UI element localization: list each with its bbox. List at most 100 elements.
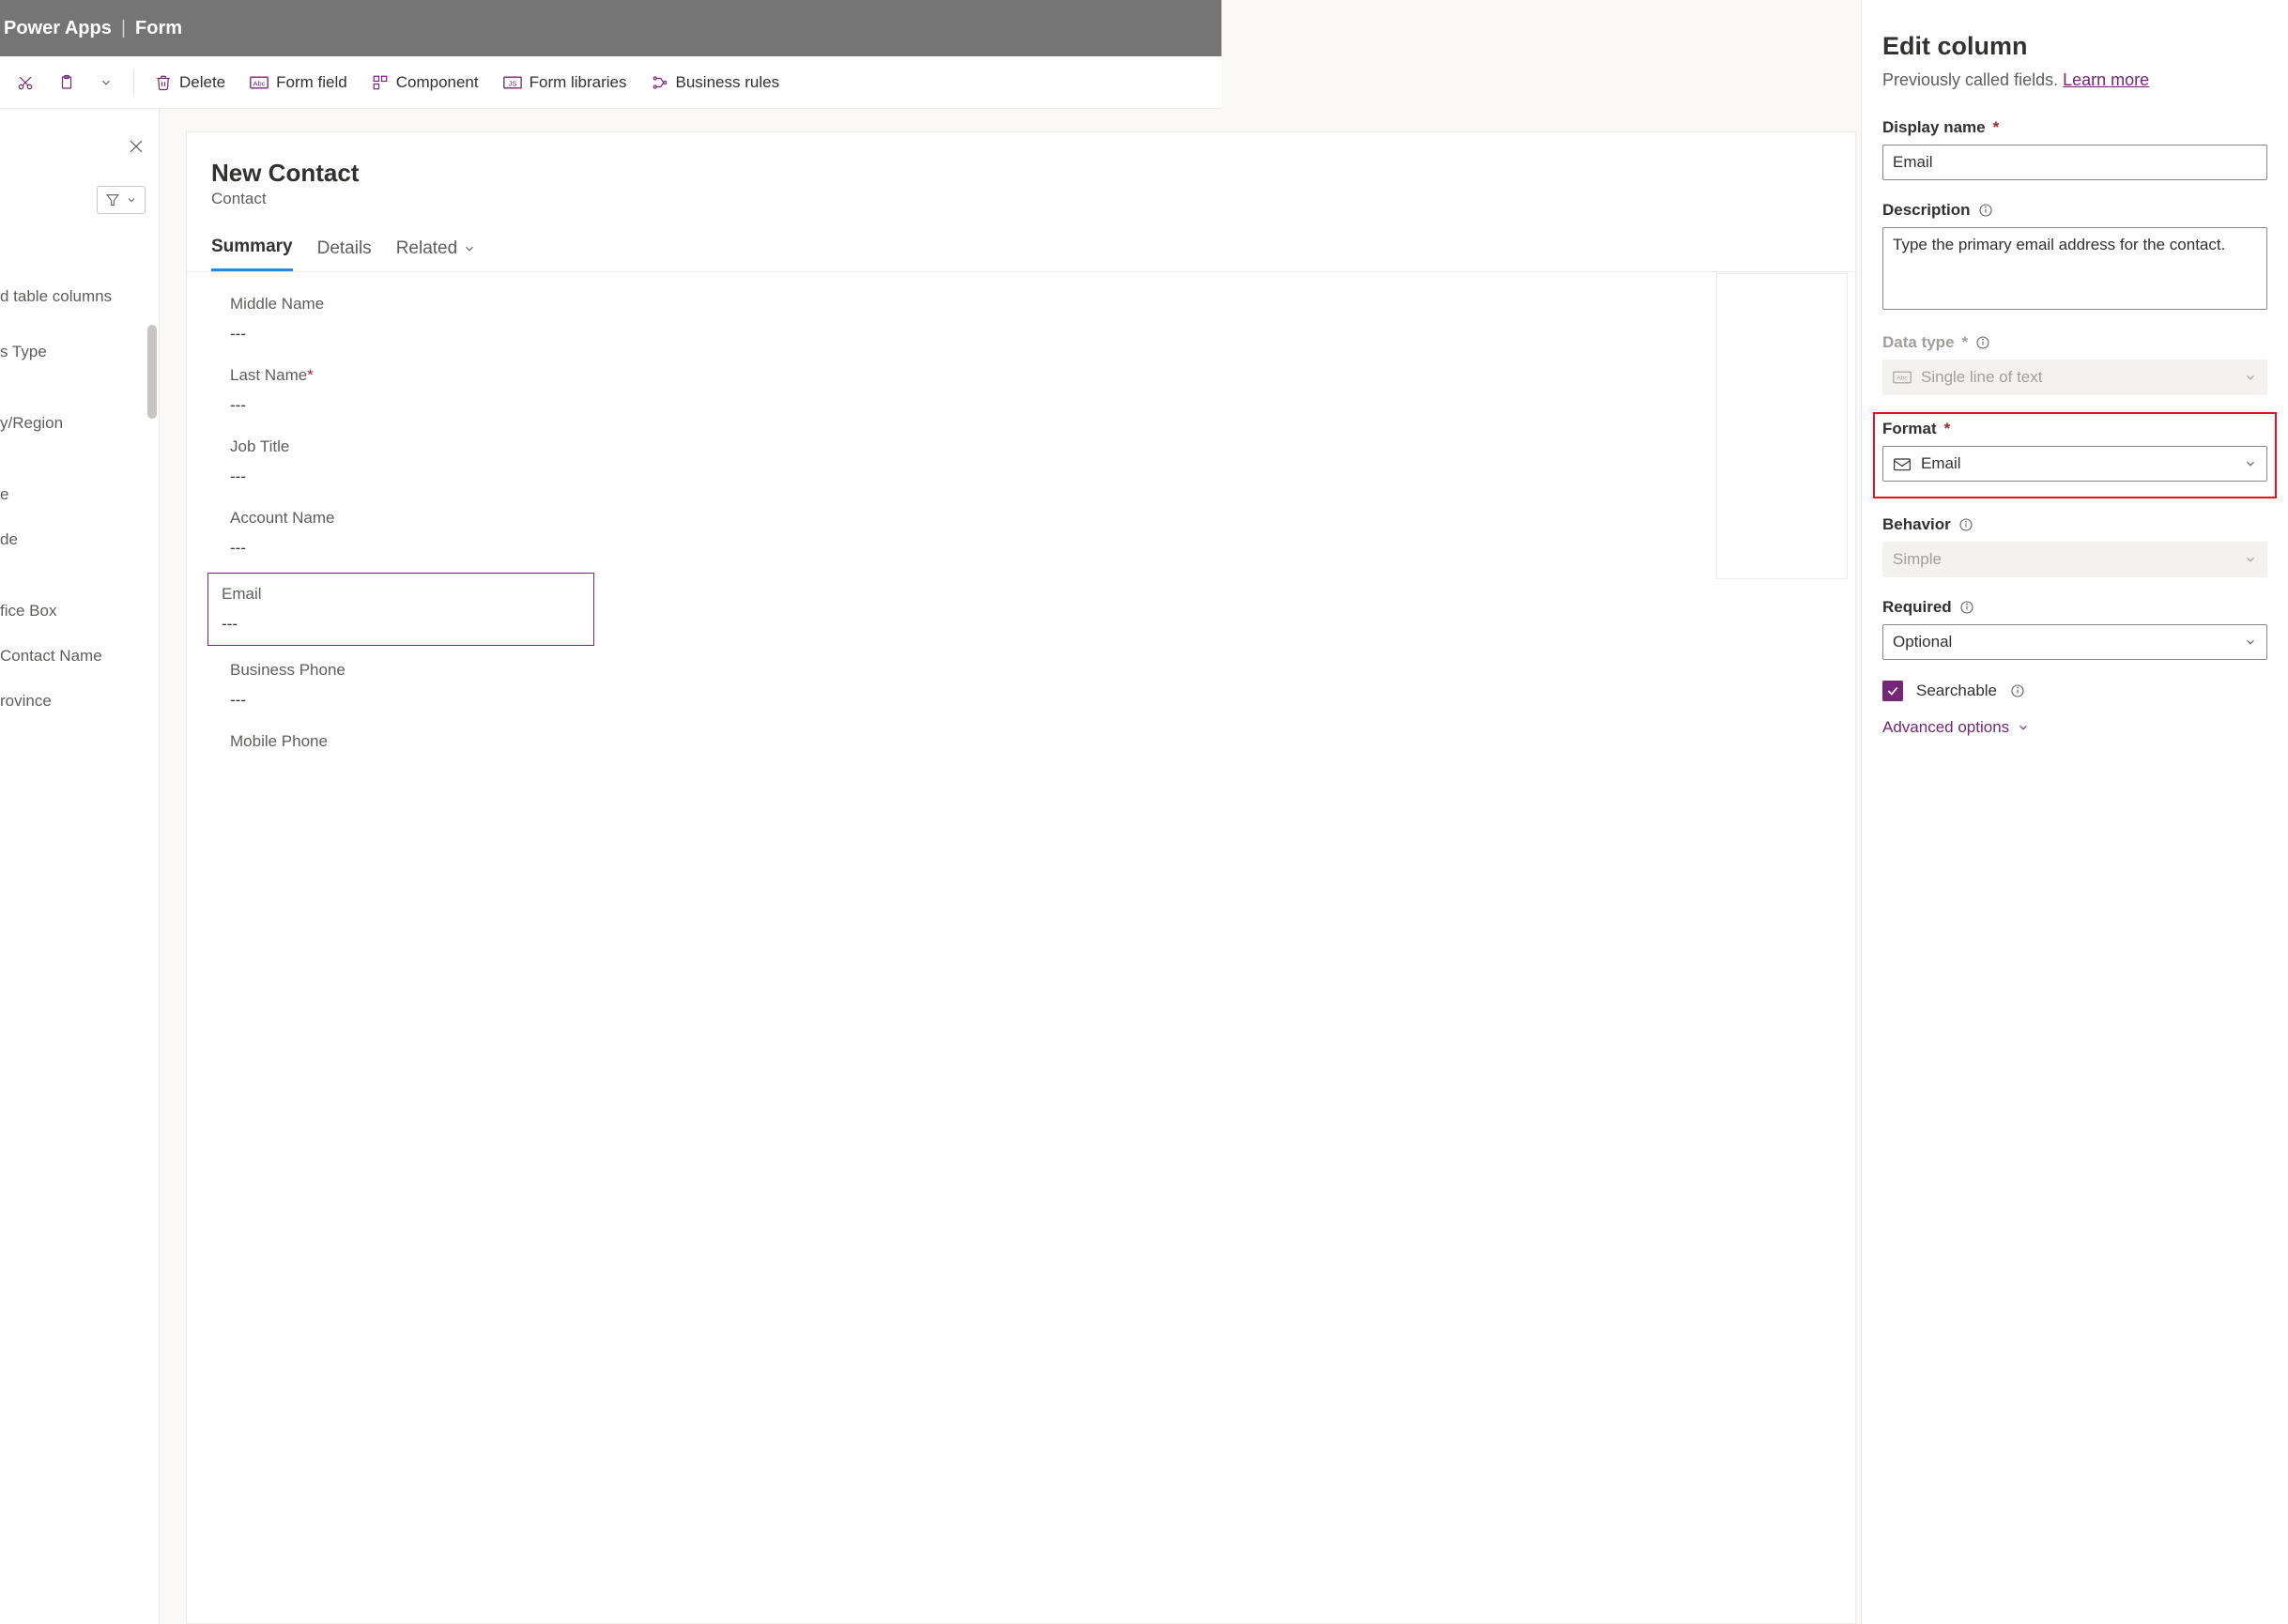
filter-button[interactable]	[97, 186, 146, 214]
chevron-down-icon	[126, 194, 137, 206]
display-name-input[interactable]	[1882, 145, 2267, 180]
field-value: ---	[230, 691, 1831, 710]
delete-label: Delete	[179, 73, 225, 92]
tab-details[interactable]: Details	[317, 237, 372, 271]
header-separator: |	[121, 18, 126, 39]
cut-button[interactable]	[8, 69, 43, 97]
tab-summary[interactable]: Summary	[211, 237, 293, 271]
field-business-phone[interactable]: Business Phone ---	[230, 653, 1831, 717]
behavior-value: Simple	[1893, 550, 1942, 569]
required-select[interactable]: Optional	[1882, 624, 2267, 660]
info-icon[interactable]	[2010, 683, 2025, 698]
field-account-name[interactable]: Account Name ---	[230, 501, 1831, 565]
searchable-checkbox[interactable]	[1882, 681, 1903, 701]
info-icon[interactable]	[1975, 335, 1990, 350]
field-job-title[interactable]: Job Title ---	[230, 430, 1831, 494]
field-last-name[interactable]: Last Name* ---	[230, 359, 1831, 422]
field-value: ---	[230, 325, 1831, 344]
description-group: Description	[1882, 201, 2267, 313]
field-label: Mobile Phone	[230, 732, 1831, 751]
side-card	[1716, 273, 1848, 579]
display-name-label: Display name*	[1882, 118, 2267, 137]
data-type-value: Single line of text	[1921, 368, 2042, 387]
app-context: Form	[135, 18, 182, 39]
format-highlight: Format* Email	[1873, 412, 2277, 498]
info-icon[interactable]	[1959, 600, 1974, 615]
field-middle-name[interactable]: Middle Name ---	[230, 287, 1831, 351]
list-item[interactable]: fice Box	[0, 589, 159, 634]
form-libraries-button[interactable]: JS Form libraries	[494, 68, 637, 98]
app-name: Power Apps	[4, 18, 112, 39]
scrollbar[interactable]	[147, 325, 157, 954]
edit-column-panel: Edit column Previously called fields. Le…	[1861, 0, 2288, 1624]
behavior-label: Behavior	[1882, 515, 2267, 534]
tab-label: Details	[317, 238, 372, 259]
display-name-group: Display name*	[1882, 118, 2267, 180]
tab-related[interactable]: Related	[396, 237, 477, 271]
paste-button[interactable]	[49, 69, 84, 97]
close-panel-button[interactable]	[127, 137, 146, 156]
delete-button[interactable]: Delete	[146, 68, 235, 98]
field-label: Last Name*	[230, 366, 1831, 385]
behavior-group: Behavior Simple	[1882, 515, 2267, 577]
searchable-row: Searchable	[1882, 681, 2267, 701]
field-label: Account Name	[230, 509, 1831, 528]
behavior-select: Simple	[1882, 542, 2267, 577]
tab-label: Summary	[211, 237, 293, 257]
advanced-options-label: Advanced options	[1882, 718, 2009, 737]
description-input[interactable]	[1882, 227, 2267, 310]
form-tabs: Summary Details Related	[187, 225, 1855, 272]
data-type-select: Abc Single line of text	[1882, 360, 2267, 395]
info-icon[interactable]	[1958, 517, 1973, 532]
form-title: New Contact	[187, 132, 1855, 190]
required-group: Required Optional	[1882, 598, 2267, 660]
app-header: Power Apps | Form	[0, 0, 1221, 56]
learn-more-link[interactable]: Learn more	[2063, 70, 2149, 89]
list-item[interactable]: e	[0, 472, 159, 517]
data-type-group: Data type* Abc Single line of text	[1882, 333, 2267, 395]
field-email[interactable]: Email ---	[207, 573, 594, 646]
format-select[interactable]: Email	[1882, 446, 2267, 482]
svg-text:JS: JS	[508, 79, 516, 87]
format-label: Format*	[1882, 420, 2267, 438]
form-canvas: New Contact Contact Summary Details Rela…	[186, 131, 1856, 1624]
panel-subtext: Previously called fields. Learn more	[1882, 70, 2267, 90]
info-icon[interactable]	[1978, 203, 1993, 218]
paste-chevron[interactable]	[90, 70, 122, 95]
abc-icon: Abc	[1893, 371, 1912, 384]
format-value: Email	[1921, 454, 1961, 473]
form-field-label: Form field	[276, 73, 347, 92]
chevron-down-icon	[2017, 721, 2030, 734]
cut-icon	[17, 74, 34, 91]
field-mobile-phone[interactable]: Mobile Phone	[230, 725, 1831, 770]
field-value: ---	[230, 396, 1831, 415]
form-libraries-label: Form libraries	[530, 73, 627, 92]
columns-panel: d table columns s Type y/Region e de fic…	[0, 109, 160, 1624]
required-value: Optional	[1893, 633, 1952, 651]
svg-text:Abc: Abc	[253, 79, 266, 87]
abc-icon: Abc	[250, 75, 269, 90]
list-item[interactable]: s Type	[0, 329, 159, 375]
component-icon	[372, 74, 389, 91]
required-label: Required	[1882, 598, 2267, 617]
list-item[interactable]: rovince	[0, 679, 159, 724]
list-item[interactable]: y/Region	[0, 401, 159, 446]
list-item[interactable]	[0, 562, 159, 589]
js-icon: JS	[503, 75, 522, 90]
scrollbar-thumb[interactable]	[147, 325, 157, 419]
list-item[interactable]	[0, 375, 159, 401]
advanced-options-button[interactable]: Advanced options	[1882, 718, 2030, 737]
component-button[interactable]: Component	[362, 68, 488, 98]
list-item[interactable]: Contact Name	[0, 634, 159, 679]
field-label: Business Phone	[230, 661, 1831, 680]
close-icon	[127, 137, 146, 156]
business-rules-label: Business rules	[676, 73, 780, 92]
list-item[interactable]	[0, 446, 159, 472]
form-field-button[interactable]: Abc Form field	[240, 68, 357, 98]
business-rules-button[interactable]: Business rules	[642, 68, 790, 98]
trash-icon	[155, 74, 172, 91]
list-item[interactable]: de	[0, 517, 159, 562]
chevron-down-icon	[2244, 636, 2257, 649]
svg-text:Abc: Abc	[1896, 375, 1908, 382]
component-label: Component	[396, 73, 479, 92]
